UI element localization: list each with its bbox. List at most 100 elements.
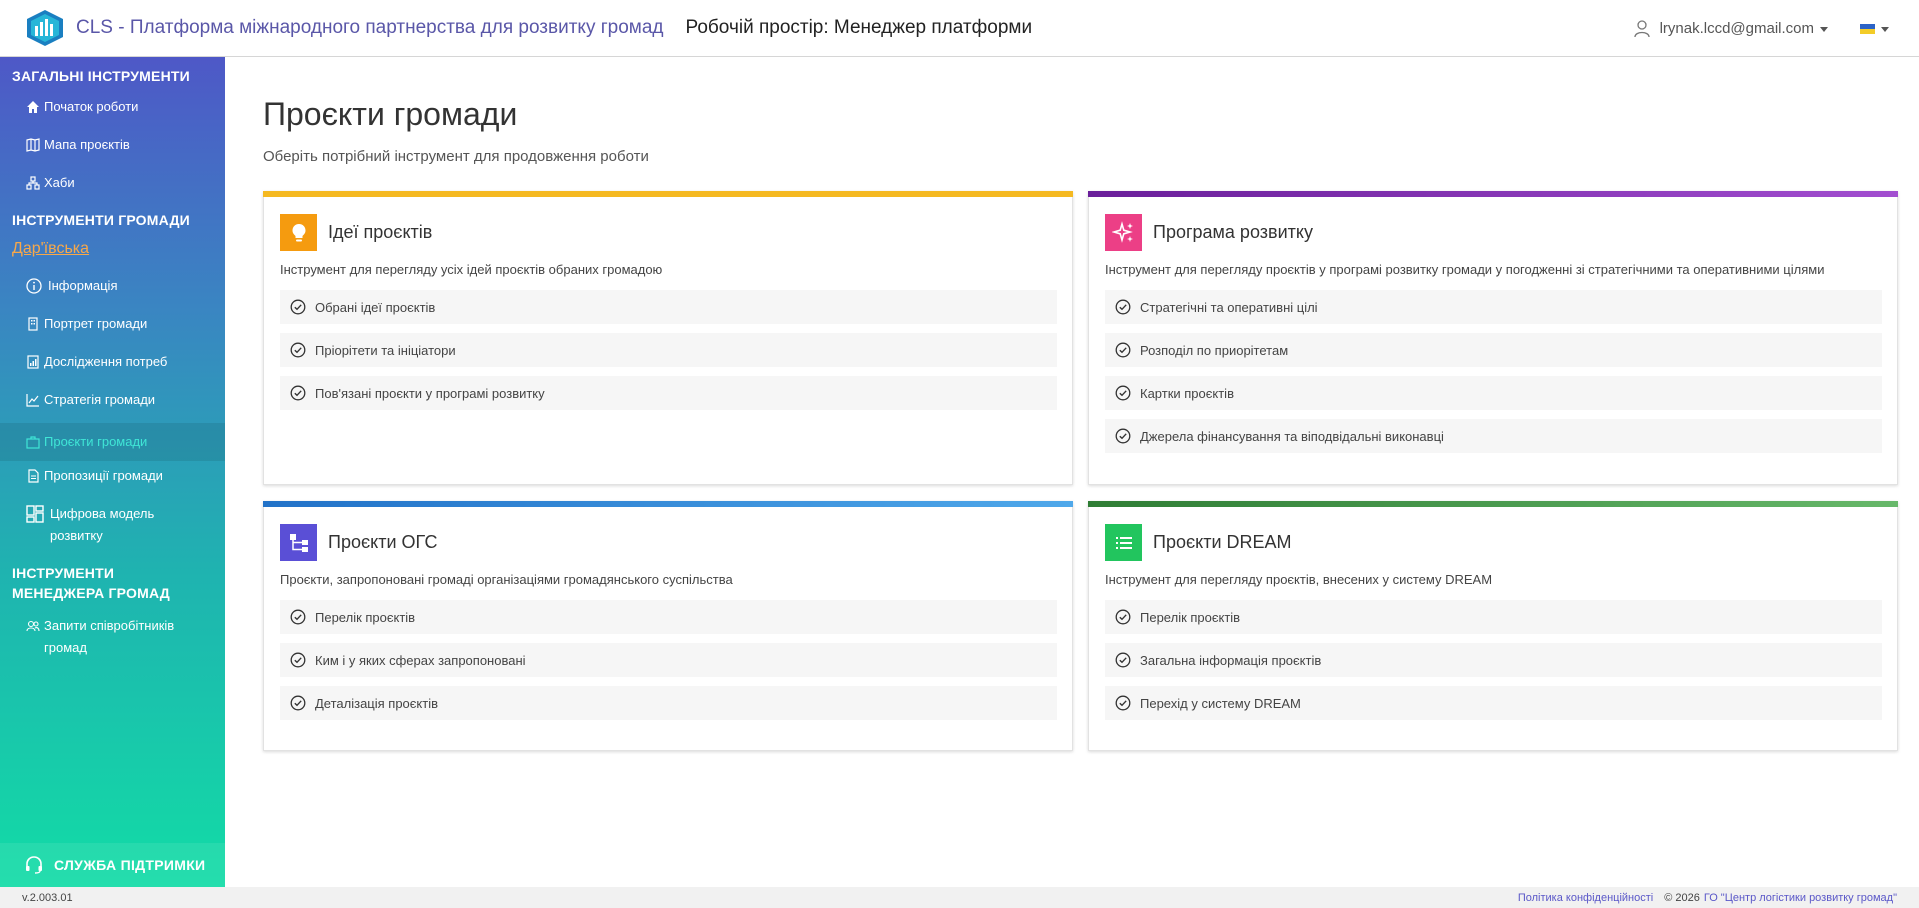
list-item[interactable]: Обрані ідеї проєктів	[280, 290, 1057, 324]
language-flag-icon[interactable]	[1860, 23, 1875, 34]
card-description: Інструмент для перегляду проєктів, внесе…	[1105, 572, 1493, 587]
dashboard-icon	[26, 505, 44, 523]
card-accent-bar	[1088, 191, 1898, 197]
section-general-tools: ЗАГАЛЬНІ ІНСТРУМЕНТИ	[12, 68, 190, 84]
briefcase-icon	[26, 436, 40, 449]
list-item[interactable]: Деталізація проєктів	[280, 686, 1057, 720]
list-item-label: Обрані ідеї проєктів	[315, 299, 436, 315]
card-description: Інструмент для перегляду проєктів у прог…	[1105, 262, 1825, 277]
check-circle-icon	[1115, 609, 1131, 625]
card-dream-projects[interactable]: Проєкти DREAM Інструмент для перегляду п…	[1088, 501, 1898, 751]
list-icon	[1105, 524, 1142, 561]
list-item-label: Пов'язані проєкти у програмі розвитку	[315, 385, 545, 401]
clipboard-chart-icon	[27, 355, 39, 369]
language-chevron-down-icon[interactable]	[1881, 27, 1889, 32]
check-circle-icon	[290, 342, 306, 358]
list-item-label: Перелік проєктів	[315, 609, 416, 625]
card-cso-projects[interactable]: Проєкти ОГС Проєкти, запропоновані грома…	[263, 501, 1073, 751]
card-description: Проєкти, запропоновані громаді організац…	[280, 572, 733, 587]
card-development-program[interactable]: Програма розвитку Інструмент для перегля…	[1088, 191, 1898, 485]
sidebar-item-projects-map[interactable]: Мапа проєктів	[0, 134, 225, 156]
check-circle-icon	[290, 385, 306, 401]
list-item[interactable]: Пов'язані проєкти у програмі розвитку	[280, 376, 1057, 410]
support-label: СЛУЖБА ПІДТРИМКИ	[54, 857, 206, 873]
sidebar-item-label: Мапа проєктів	[44, 137, 130, 152]
section-manager-tools: ІНСТРУМЕНТИ МЕНЕДЖЕРА ГРОМАД	[12, 565, 170, 601]
app-title[interactable]: CLS - Платформа міжнародного партнерства…	[76, 17, 664, 39]
page-title: Проєкти громади	[263, 96, 518, 132]
card-accent-bar	[263, 191, 1073, 197]
sidebar-item-needs-research[interactable]: Дослідження потреб	[0, 351, 225, 373]
lightbulb-icon	[280, 214, 317, 251]
list-item-label: Картки проєктів	[1140, 385, 1234, 401]
organization-link[interactable]: ГО "Центр логістики розвитку громад"	[1704, 892, 1897, 904]
list-item[interactable]: Розподіл по приорітетам	[1105, 333, 1882, 367]
map-icon	[26, 138, 40, 152]
list-item[interactable]: Пріорітети та ініціатори	[280, 333, 1057, 367]
list-item[interactable]: Стратегічні та оперативні цілі	[1105, 290, 1882, 324]
diagram-icon	[26, 176, 40, 190]
sidebar-item-community-proposals[interactable]: Пропозиції громади	[0, 465, 225, 487]
privacy-policy-link[interactable]: Політика конфіденційності	[1518, 892, 1653, 904]
sidebar-item-community-projects[interactable]: Проєкти громади	[0, 423, 225, 461]
list-item[interactable]: Джерела фінансування та віподвідальні ви…	[1105, 419, 1882, 453]
list-item[interactable]: Перелік проєктів	[280, 600, 1057, 634]
card-feature-list: Стратегічні та оперативні цілі Розподіл …	[1105, 290, 1882, 462]
sidebar-item-community-strategy[interactable]: Стратегія громади	[0, 389, 225, 411]
sidebar-item-label: Дослідження потреб	[44, 354, 168, 369]
list-item-label: Стратегічні та оперативні цілі	[1140, 299, 1318, 315]
chevron-down-icon[interactable]	[1820, 27, 1828, 32]
sidebar-item-getting-started[interactable]: Початок роботи	[0, 96, 225, 118]
card-title: Програма розвитку	[1153, 222, 1313, 242]
footer: v.2.003.01 Політика конфіденційності © 2…	[0, 887, 1919, 908]
sidebar-item-hubs[interactable]: Хаби	[0, 172, 225, 194]
list-item[interactable]: Ким і у яких сферах запропоновані	[280, 643, 1057, 677]
header-right: lrynak.lccd@gmail.com	[1633, 0, 1889, 57]
list-item[interactable]: Загальна інформація проєктів	[1105, 643, 1882, 677]
card-feature-list: Перелік проєктів Ким і у яких сферах зап…	[280, 600, 1057, 729]
list-item-label: Перехід у систему DREAM	[1140, 695, 1301, 711]
card-accent-bar	[1088, 501, 1898, 507]
hierarchy-icon	[280, 524, 317, 561]
home-icon	[27, 101, 39, 113]
support-button[interactable]: СЛУЖБА ПІДТРИМКИ	[0, 843, 225, 887]
user-menu[interactable]: lrynak.lccd@gmail.com	[1660, 20, 1814, 37]
card-feature-list: Перелік проєктів Загальна інформація про…	[1105, 600, 1882, 729]
sidebar-item-information[interactable]: Інформація	[0, 275, 225, 297]
list-item-label: Деталізація проєктів	[315, 695, 439, 711]
info-icon	[26, 278, 42, 294]
sidebar-item-digital-model[interactable]: Цифрова модель розвитку	[0, 503, 200, 547]
sidebar-item-community-portrait[interactable]: Портрет громади	[0, 313, 225, 335]
sidebar-item-label: Початок роботи	[44, 99, 139, 114]
list-item-label: Загальна інформація проєктів	[1140, 652, 1322, 668]
sidebar: ЗАГАЛЬНІ ІНСТРУМЕНТИ Початок роботи Мапа…	[0, 57, 225, 887]
copyright-text: © 2026	[1664, 891, 1700, 904]
sidebar-item-label: Хаби	[44, 175, 75, 190]
document-icon	[28, 469, 39, 483]
page-subtitle: Оберіть потрібний інструмент для продовж…	[263, 148, 649, 165]
check-circle-icon	[290, 299, 306, 315]
platform-logo-icon[interactable]	[24, 9, 66, 47]
version-label: v.2.003.01	[22, 891, 73, 904]
top-header: CLS - Платформа міжнародного партнерства…	[0, 0, 1919, 57]
building-icon	[28, 317, 38, 331]
card-project-ideas[interactable]: Ідеї проєктів Інструмент для перегляду у…	[263, 191, 1073, 485]
list-item[interactable]: Картки проєктів	[1105, 376, 1882, 410]
list-item[interactable]: Перехід у систему DREAM	[1105, 686, 1882, 720]
sidebar-item-label: Портрет громади	[44, 316, 148, 331]
card-title: Ідеї проєктів	[328, 222, 433, 242]
card-feature-list: Обрані ідеї проєктів Пріорітети та ініці…	[280, 290, 1057, 419]
check-circle-icon	[1115, 695, 1131, 711]
sidebar-item-staff-requests[interactable]: Запити співробітників громад	[0, 615, 200, 659]
community-name-link[interactable]: Дар'ївська	[12, 240, 89, 258]
card-title: Проєкти ОГС	[328, 532, 438, 552]
sidebar-item-label: Цифрова модель розвитку	[50, 506, 155, 543]
workspace-title: Робочій простір: Менеджер платформи	[685, 17, 1033, 38]
list-item[interactable]: Перелік проєктів	[1105, 600, 1882, 634]
check-circle-icon	[290, 695, 306, 711]
list-item-label: Перелік проєктів	[1140, 609, 1241, 625]
sidebar-item-label: Стратегія громади	[44, 392, 156, 407]
sparkles-icon	[1105, 214, 1142, 251]
sidebar-item-label: Проєкти громади	[44, 434, 148, 449]
list-item-label: Розподіл по приорітетам	[1140, 342, 1289, 358]
